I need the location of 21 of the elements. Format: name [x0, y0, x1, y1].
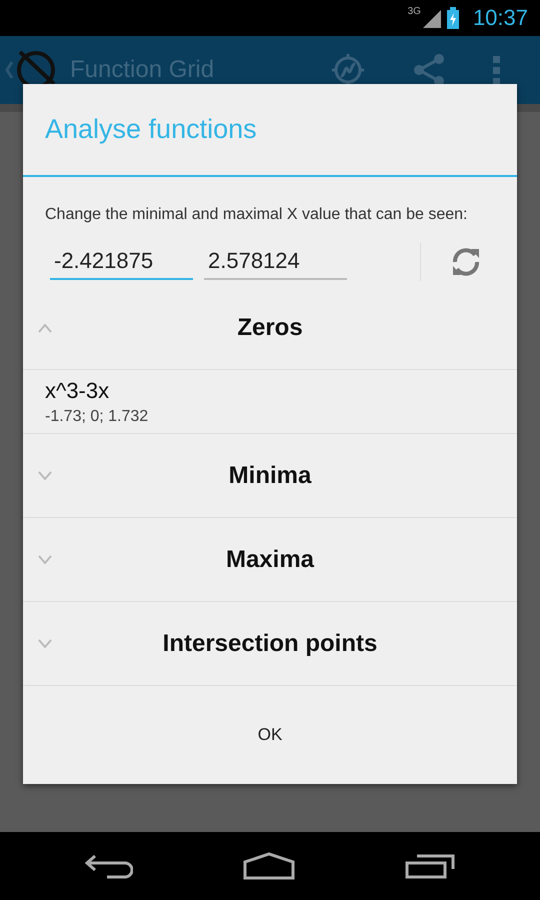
- section-header[interactable]: Maxima: [23, 518, 517, 602]
- chevron-icon: [37, 554, 53, 564]
- description-text: Change the minimal and maximal X value that can be seen:: [44, 205, 468, 225]
- back-icon[interactable]: [85, 853, 133, 879]
- dialog-title: Analyse functions: [23, 84, 517, 177]
- clock: 10:37: [472, 5, 528, 31]
- battery-icon: [446, 7, 459, 29]
- section-header[interactable]: Minima: [23, 434, 517, 518]
- network-type: 3G: [408, 6, 421, 17]
- home-icon[interactable]: [243, 852, 295, 880]
- result-values: -1.73; 0; 1.732: [45, 408, 150, 426]
- chevron-icon: [37, 322, 53, 332]
- signal-icon: [420, 8, 441, 28]
- section-header[interactable]: Zeros: [23, 286, 517, 370]
- number-field[interactable]: 2.578124: [204, 244, 347, 280]
- chevron-icon: [37, 470, 53, 480]
- chevron-icon: [37, 638, 53, 648]
- function-name: x^3-3x: [45, 378, 110, 404]
- recent-apps-icon[interactable]: [405, 853, 455, 879]
- ok-button[interactable]: OK: [23, 686, 517, 784]
- number-field[interactable]: -2.421875: [50, 244, 193, 280]
